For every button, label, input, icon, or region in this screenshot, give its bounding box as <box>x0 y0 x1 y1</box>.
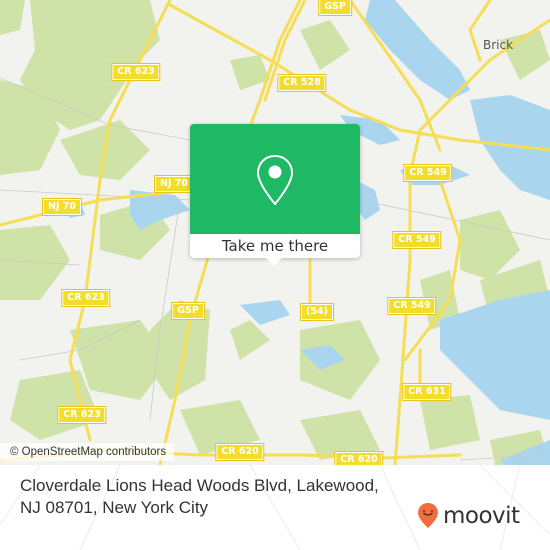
road-shield: NJ 70 <box>41 198 83 216</box>
place-label-brick: Brick <box>482 38 514 52</box>
moovit-pin-icon <box>418 503 438 528</box>
road-shield: GSP <box>318 0 352 16</box>
road-shield: NJ 70 <box>153 175 195 193</box>
location-popup: Take me there <box>190 124 360 266</box>
address-text: Cloverdale Lions Head Woods Blvd, Lakewo… <box>20 476 379 517</box>
popup-tail <box>265 257 283 266</box>
road-shield: CR 623 <box>57 406 107 424</box>
road-shield: CR 528 <box>277 74 327 92</box>
map[interactable]: Brick GSP CR 623 CR 528 NJ 70 NJ 70 CR 5… <box>0 0 550 465</box>
road-shield: (54) <box>300 303 334 321</box>
map-attribution[interactable]: © OpenStreetMap contributors <box>0 443 175 461</box>
road-shield: GSP <box>171 302 205 320</box>
road-shield: CR 623 <box>111 63 161 81</box>
road-shield: CR 549 <box>392 231 442 249</box>
road-shield: CR 549 <box>403 164 453 182</box>
moovit-wordmark: moovit <box>443 502 520 529</box>
popup-header <box>190 124 360 234</box>
take-me-there-button[interactable]: Take me there <box>190 234 360 258</box>
map-pin-icon <box>256 154 294 206</box>
moovit-logo[interactable]: moovit <box>417 502 520 529</box>
road-shield: CR 631 <box>402 383 452 401</box>
road-shield: CR 549 <box>387 297 437 315</box>
road-shield: CR 620 <box>334 451 384 465</box>
road-shield: CR 620 <box>215 443 265 461</box>
road-shield: CR 623 <box>61 289 111 307</box>
